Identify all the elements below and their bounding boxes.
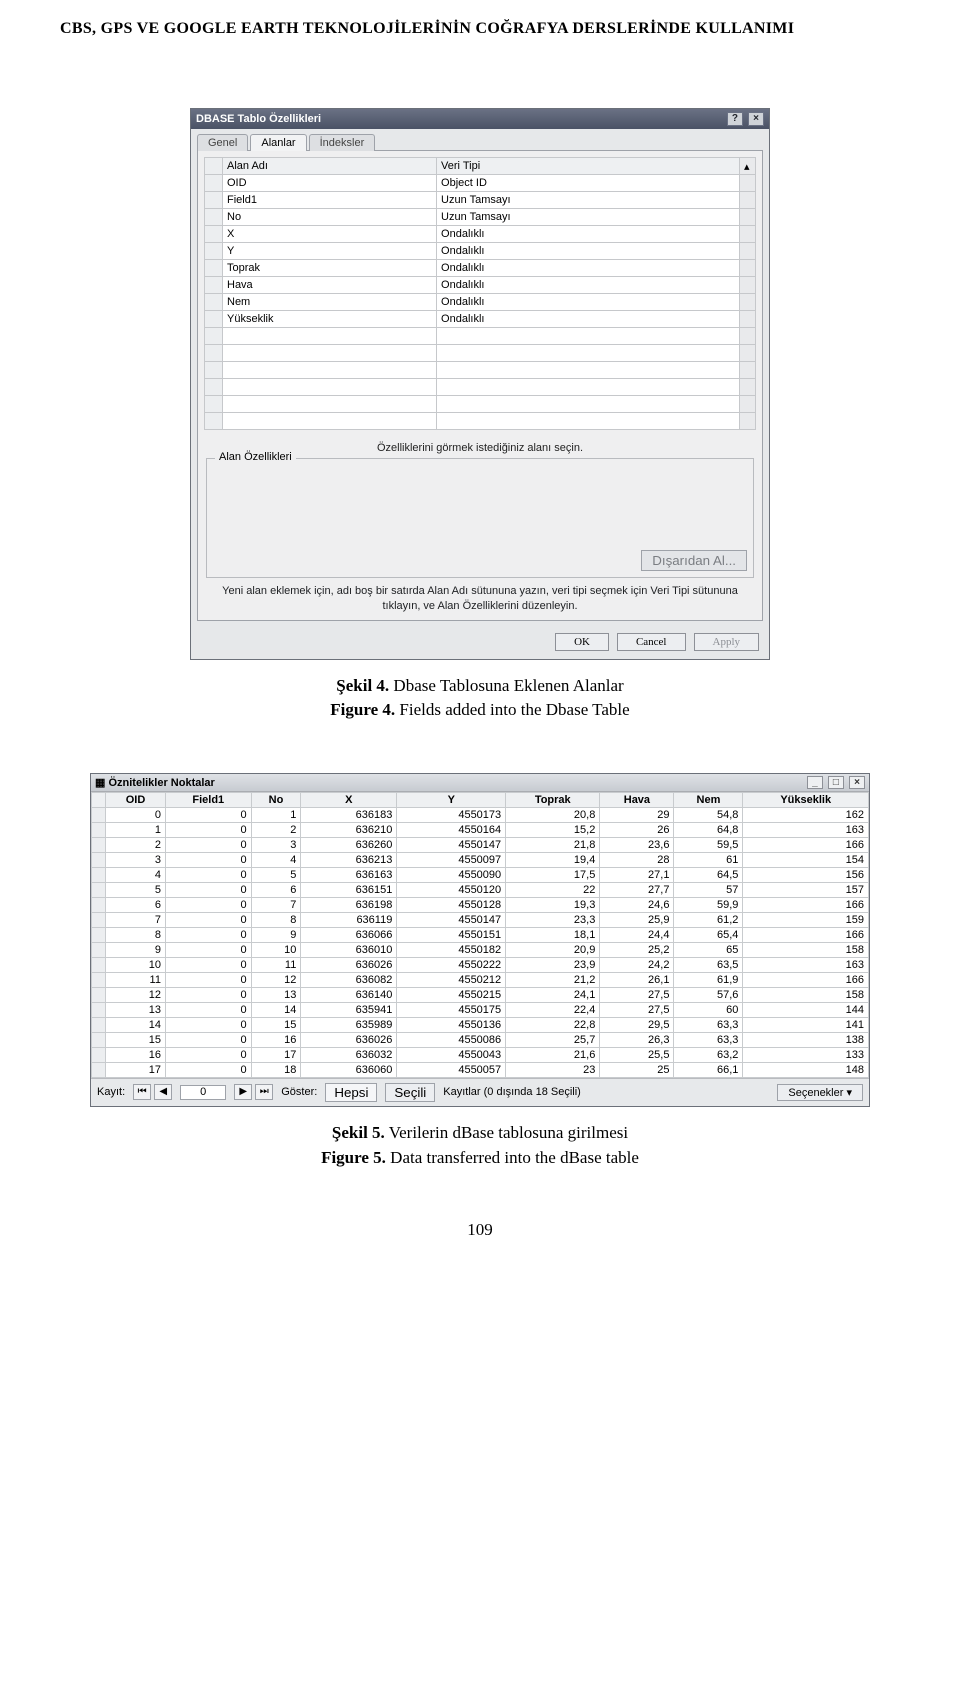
tab-indeksler[interactable]: İndeksler bbox=[309, 134, 376, 151]
tabs: Genel Alanlar İndeksler bbox=[191, 129, 769, 150]
table-row[interactable]: 170186360604550057232566,1148 bbox=[92, 1062, 869, 1077]
nav-prev-icon[interactable]: ◀ bbox=[154, 1084, 172, 1100]
col-no[interactable]: No bbox=[251, 792, 301, 807]
table-row[interactable]: 607636198455012819,324,659,9166 bbox=[92, 897, 869, 912]
table-row[interactable]: YükseklikOndalıklı bbox=[205, 311, 756, 328]
table-row[interactable] bbox=[205, 345, 756, 362]
table-row[interactable]: 10011636026455022223,924,263,5163 bbox=[92, 957, 869, 972]
col-veri-tipi: Veri Tipi bbox=[437, 158, 740, 175]
table-row[interactable]: ToprakOndalıklı bbox=[205, 260, 756, 277]
table-row[interactable]: OIDObject ID bbox=[205, 175, 756, 192]
table-window-titlebar: ▦ Öznitelikler Noktalar _ □ × bbox=[91, 774, 869, 792]
table-row[interactable]: HavaOndalıklı bbox=[205, 277, 756, 294]
table-row[interactable]: 13014635941455017522,427,560144 bbox=[92, 1002, 869, 1017]
table-window-title: Öznitelikler Noktalar bbox=[108, 777, 214, 789]
close-icon[interactable]: × bbox=[849, 776, 865, 789]
field-properties-box: Alan Özellikleri Dışarıdan Al... bbox=[206, 458, 754, 578]
record-input[interactable] bbox=[180, 1085, 226, 1100]
page-header: CBS, GPS VE GOOGLE EARTH TEKNOLOJİLERİNİ… bbox=[60, 20, 900, 38]
figure4-caption: Şekil 4. Dbase Tablosuna Eklenen Alanlar… bbox=[60, 674, 900, 723]
table-row[interactable]: XOndalıklı bbox=[205, 226, 756, 243]
table-row[interactable]: 304636213455009719,42861154 bbox=[92, 852, 869, 867]
col-x[interactable]: X bbox=[301, 792, 397, 807]
record-label: Kayıt: bbox=[97, 1086, 125, 1098]
col-nem[interactable]: Nem bbox=[674, 792, 743, 807]
col-oid[interactable]: OID bbox=[106, 792, 166, 807]
table-row[interactable]: 001636183455017320,82954,8162 bbox=[92, 807, 869, 822]
record-nav: ⏮ ◀ bbox=[133, 1084, 172, 1100]
nav-last-icon[interactable]: ⏭ bbox=[255, 1084, 273, 1100]
table-row[interactable]: YOndalıklı bbox=[205, 243, 756, 260]
figure-4-dialog: DBASE Tablo Özellikleri ? × Genel Alanla… bbox=[60, 108, 900, 660]
table-row[interactable] bbox=[205, 396, 756, 413]
import-button[interactable]: Dışarıdan Al... bbox=[641, 550, 747, 571]
minimize-icon[interactable]: _ bbox=[807, 776, 823, 789]
nav-first-icon[interactable]: ⏮ bbox=[133, 1084, 151, 1100]
fields-grid[interactable]: Alan Adı Veri Tipi ▴ OIDObject IDField1U… bbox=[204, 157, 756, 430]
table-row[interactable]: 809636066455015118,124,465,4166 bbox=[92, 927, 869, 942]
close-icon[interactable]: × bbox=[748, 112, 764, 126]
table-row[interactable]: 9010636010455018220,925,265158 bbox=[92, 942, 869, 957]
maximize-icon[interactable]: □ bbox=[828, 776, 844, 789]
dialog-titlebar: DBASE Tablo Özellikleri ? × bbox=[191, 109, 769, 129]
nav-next-icon[interactable]: ▶ bbox=[234, 1084, 252, 1100]
table-row[interactable]: 12013636140455021524,127,557,6158 bbox=[92, 987, 869, 1002]
show-all-button[interactable]: Hepsi bbox=[325, 1083, 377, 1102]
table-row[interactable]: NemOndalıklı bbox=[205, 294, 756, 311]
table-row[interactable]: 203636260455014721,823,659,5166 bbox=[92, 837, 869, 852]
record-count-text: Kayıtlar (0 dışında 18 Seçili) bbox=[443, 1086, 581, 1098]
fieldset-legend: Alan Özellikleri bbox=[215, 451, 296, 463]
options-button[interactable]: Seçenekler ▾ bbox=[777, 1084, 863, 1101]
table-row[interactable] bbox=[205, 379, 756, 396]
table-icon: ▦ bbox=[95, 777, 108, 789]
table-row[interactable]: 102636210455016415,22664,8163 bbox=[92, 822, 869, 837]
table-row[interactable] bbox=[205, 362, 756, 379]
tab-genel[interactable]: Genel bbox=[197, 134, 248, 151]
data-grid[interactable]: OIDField1NoXYToprakHavaNemYükseklik 0016… bbox=[91, 792, 869, 1078]
ok-button[interactable]: OK bbox=[555, 633, 609, 651]
help-icon[interactable]: ? bbox=[727, 112, 743, 126]
figure5-caption: Şekil 5. Verilerin dBase tablosuna giril… bbox=[60, 1121, 900, 1170]
col-y[interactable]: Y bbox=[397, 792, 506, 807]
page-number: 109 bbox=[60, 1220, 900, 1240]
col-yükseklik[interactable]: Yükseklik bbox=[743, 792, 869, 807]
tab-alanlar[interactable]: Alanlar bbox=[250, 134, 306, 151]
dialog-title: DBASE Tablo Özellikleri bbox=[196, 113, 321, 125]
help-text: Yeni alan eklemek için, adı boş bir satı… bbox=[206, 584, 754, 614]
table-row[interactable]: Field1Uzun Tamsayı bbox=[205, 192, 756, 209]
scroll-up-icon[interactable]: ▴ bbox=[740, 158, 756, 175]
table-row[interactable]: 15016636026455008625,726,363,3138 bbox=[92, 1032, 869, 1047]
apply-button[interactable]: Apply bbox=[694, 633, 760, 651]
col-hava[interactable]: Hava bbox=[600, 792, 674, 807]
table-row[interactable]: 405636163455009017,527,164,5156 bbox=[92, 867, 869, 882]
window-controls: ? × bbox=[725, 112, 764, 126]
cancel-button[interactable]: Cancel bbox=[617, 633, 686, 651]
figure-5-window: ▦ Öznitelikler Noktalar _ □ × OIDField1N… bbox=[60, 773, 900, 1107]
show-label: Göster: bbox=[281, 1086, 317, 1098]
table-row[interactable]: 708636119455014723,325,961,2159 bbox=[92, 912, 869, 927]
table-row[interactable]: NoUzun Tamsayı bbox=[205, 209, 756, 226]
col-alan-adi: Alan Adı bbox=[223, 158, 437, 175]
table-row[interactable] bbox=[205, 328, 756, 345]
show-selected-button[interactable]: Seçili bbox=[385, 1083, 435, 1102]
table-row[interactable]: 50663615145501202227,757157 bbox=[92, 882, 869, 897]
col-toprak[interactable]: Toprak bbox=[506, 792, 600, 807]
table-row[interactable]: 11012636082455021221,226,161,9166 bbox=[92, 972, 869, 987]
table-footer: Kayıt: ⏮ ◀ ▶ ⏭ Göster: Hepsi Seçili Kayı… bbox=[91, 1078, 869, 1106]
col-field1[interactable]: Field1 bbox=[165, 792, 251, 807]
table-row[interactable]: 14015635989455013622,829,563,3141 bbox=[92, 1017, 869, 1032]
table-row[interactable] bbox=[205, 413, 756, 430]
table-row[interactable]: 16017636032455004321,625,563,2133 bbox=[92, 1047, 869, 1062]
